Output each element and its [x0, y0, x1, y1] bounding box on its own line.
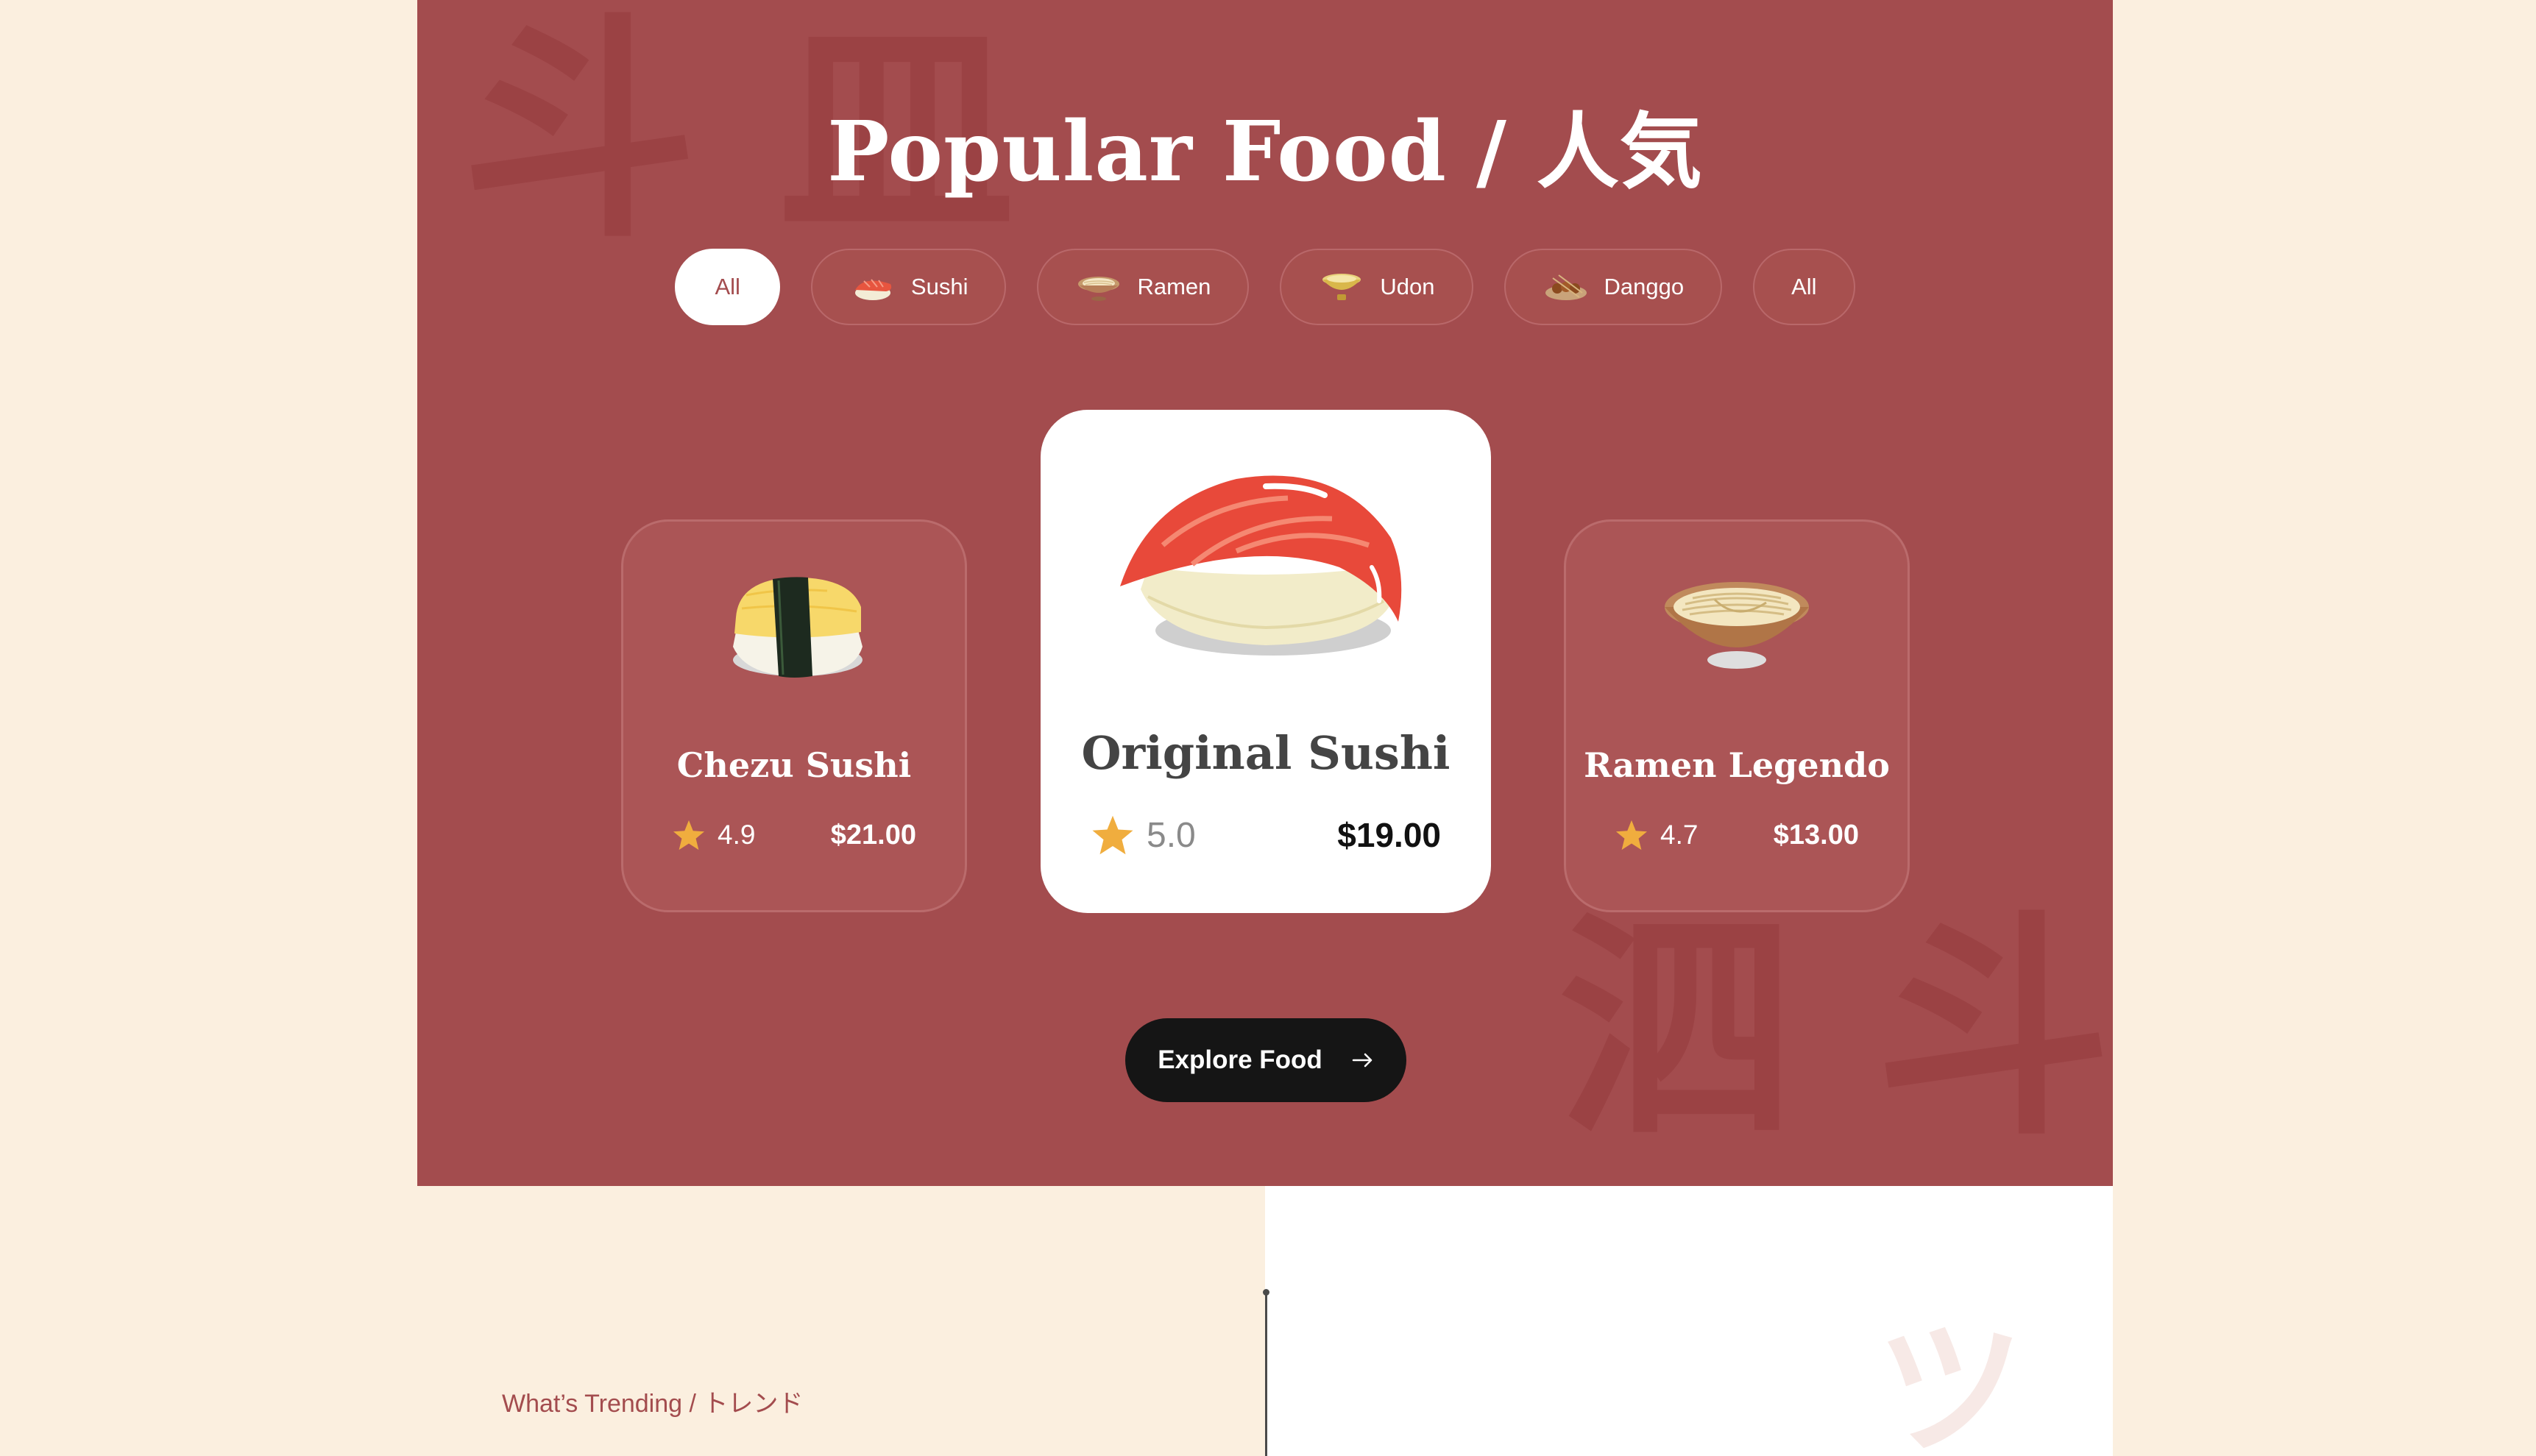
sushi-icon: [854, 279, 892, 300]
food-meta: 4.9 $21.00: [623, 819, 965, 851]
tab-ramen[interactable]: Ramen: [1037, 249, 1250, 325]
food-name: Original Sushi: [1081, 726, 1451, 780]
tab-label: Udon: [1380, 274, 1435, 299]
food-card-ramen-legendo[interactable]: Ramen Legendo 4.7 $13.00: [1564, 519, 1910, 912]
tab-sushi[interactable]: Sushi: [810, 249, 1007, 325]
food-rating: 5.0: [1147, 815, 1196, 855]
arrow-right-icon: [1352, 1053, 1373, 1068]
food-price: $21.00: [830, 819, 916, 850]
tab-label: Danggo: [1604, 274, 1685, 299]
star-icon: [1092, 815, 1133, 855]
food-card-chezu-sushi[interactable]: Chezu Sushi 4.9 $21.00: [621, 519, 967, 912]
category-tabs: All Sushi Ramen Udon Danggo All: [417, 249, 2113, 325]
section-title: Popular Food / 人気: [827, 104, 1703, 200]
ramen-icon: [1078, 277, 1120, 301]
food-name: Chezu Sushi: [676, 745, 912, 785]
tab-all[interactable]: All: [675, 249, 780, 325]
katakana-watermark: ツ: [1877, 1308, 2025, 1456]
trending-label: What’s Trending / トレンド: [502, 1390, 804, 1418]
explore-food-button[interactable]: Explore Food: [1125, 1018, 1406, 1102]
salmon-sushi-image: [1120, 475, 1402, 656]
udon-icon: [1322, 274, 1361, 300]
food-rating: 4.9: [718, 820, 756, 850]
food-price: $13.00: [1773, 819, 1859, 850]
trending-section: What’s Trending / トレンド: [417, 1186, 1265, 1456]
explore-food-label: Explore Food: [1158, 1045, 1322, 1074]
food-name: Ramen Legendo: [1584, 745, 1890, 785]
food-rating: 4.7: [1660, 820, 1699, 850]
tab-label: All: [715, 274, 740, 299]
tab-label: Sushi: [910, 274, 968, 299]
divider-dot: [1263, 1289, 1269, 1296]
popular-food-section: 斗 皿 泗 斗 Popular Food / 人気 All Sushi Rame…: [417, 0, 2113, 1186]
tab-udon[interactable]: Udon: [1280, 249, 1473, 325]
divider-line: [1265, 1290, 1267, 1456]
food-price: $19.00: [1337, 816, 1441, 854]
star-icon: [673, 820, 705, 850]
food-card-original-sushi[interactable]: Original Sushi 5.0 $19.00: [1041, 410, 1491, 913]
tab-label: Ramen: [1137, 274, 1211, 299]
food-meta: 4.7 $13.00: [1566, 819, 1908, 851]
tamago-sushi-image: [733, 577, 863, 678]
tab-danggo[interactable]: Danggo: [1503, 249, 1723, 325]
food-meta: 5.0 $19.00: [1041, 814, 1491, 856]
ramen-bowl-image: [1665, 582, 1809, 669]
tab-label: All: [1791, 274, 1817, 299]
tab-all-secondary[interactable]: All: [1753, 249, 1855, 325]
danggo-icon: [1545, 274, 1587, 300]
kanji-watermark: 泗 斗: [1558, 893, 2111, 1167]
star-icon: [1615, 820, 1648, 850]
